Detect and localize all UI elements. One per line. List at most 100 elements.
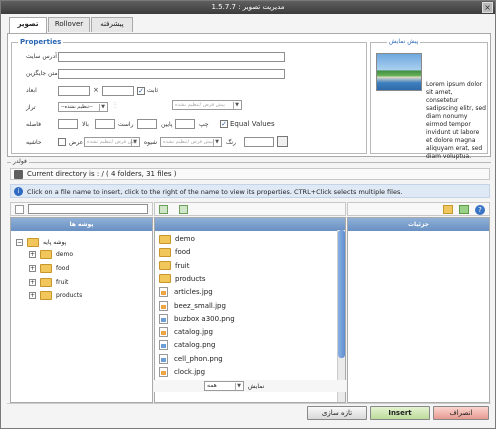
image-manager-window: مدیریت تصویر : 1.5.7.7 × تصویر Rollover … [0,0,496,429]
align-clear-value: پیش فرض /تنظیم نشده [175,102,225,108]
file-name: articles.jpg [174,288,213,297]
properties-legend: Properties [18,38,64,46]
upload-icon[interactable] [459,205,469,214]
file-list-item[interactable]: catalog.png [159,339,215,352]
expand-icon[interactable]: + [29,292,36,299]
current-directory-bar: Current directory is : / ( 4 folders, 31… [10,168,490,180]
footer-divider [7,403,491,404]
new-folder-icon[interactable] [443,205,453,214]
tree-item[interactable]: + demo [29,249,73,260]
file-list-item[interactable]: fruit [159,260,189,273]
tab-advanced[interactable]: پیشرفته [91,17,133,32]
align-clear-select[interactable]: پیش فرض /تنظیم نشده ▼ [172,100,242,110]
folder-icon [159,261,171,271]
proportional-checkbox[interactable]: ✓ [137,87,145,95]
border-style-select[interactable]: پیش فرض /تنظیم نشده ▼ [160,137,222,147]
tab-image[interactable]: تصویر [9,17,47,34]
expand-icon[interactable]: + [29,251,36,258]
preview-image [376,53,422,91]
height-input[interactable] [102,86,134,96]
details-header: جزئیات [348,218,489,231]
chevron-down-icon: ▼ [233,102,240,109]
color-picker-icon[interactable] [277,136,288,147]
folder-icon [159,274,171,284]
margin-right-input[interactable] [95,119,115,129]
tree-item-label: demo [56,251,74,258]
info-icon: i [14,187,23,196]
folder-icon [40,264,52,273]
file-name: beez_small.jpg [174,301,226,310]
margin-bottom-input[interactable] [137,119,157,129]
margin-top-input[interactable] [58,119,78,129]
file-list-item[interactable]: products [159,273,206,286]
file-name: fruit [175,261,190,270]
help-icon[interactable]: ? [475,205,485,215]
expand-icon[interactable]: + [29,279,36,286]
margin-left-input[interactable] [175,119,195,129]
file-list-item[interactable]: beez_small.jpg [159,300,226,313]
border-checkbox[interactable] [58,138,66,146]
jpg-file-icon [159,327,168,338]
align-preview-icon: ⫶⫶ [113,101,117,110]
filter-select[interactable]: همه ▼ [204,381,244,391]
window-title: مدیریت تصویر : 1.5.7.7 [211,3,285,11]
border-style-label: شیوه [144,139,158,146]
equal-values-checkbox[interactable]: ✓ [220,120,228,128]
align-select[interactable]: --تنظیم نشده-- ▼ [58,102,108,112]
file-list-item[interactable]: catalog.jpg [159,326,213,339]
tree-toggle-icon[interactable] [15,205,24,214]
chevron-down-icon: ▼ [235,383,242,390]
file-list-item[interactable]: demo [159,233,195,246]
folder-icon [159,247,171,257]
width-input[interactable] [58,86,90,96]
details-panel: جزئیات [347,217,490,403]
insert-button[interactable]: Insert [370,406,430,420]
tree-root[interactable]: − پوشه پایه [16,237,66,248]
title-bar: مدیریت تصویر : 1.5.7.7 × [1,1,495,14]
details-toolbar: ? [347,202,490,216]
scrollbar-thumb[interactable] [338,230,345,358]
folder-tree-panel: پوشه ها − پوشه پایه + demo + food + fruit + p… [10,217,153,403]
close-button[interactable]: × [482,2,493,13]
filter-value: همه [207,382,217,389]
file-name: catalog.png [174,341,216,350]
file-list-item[interactable]: food [159,246,190,259]
alt-label: متن جایگزین [26,70,58,77]
file-name: catalog.jpg [174,328,213,337]
expand-icon[interactable]: + [29,265,36,272]
file-list-item[interactable]: clock.jpg [159,366,205,379]
files-divider [7,162,491,163]
file-name: buzbox a300.png [174,314,235,323]
border-style-value: پیش فرض /تنظیم نشده [163,139,213,145]
file-list-item[interactable]: buzbox a300.png [159,313,235,326]
tab-rollover[interactable]: Rollover [48,17,90,32]
collapse-icon[interactable]: − [16,239,23,246]
margin-bottom-label: پایین [161,121,173,128]
cancel-button[interactable]: انصراف [433,406,489,420]
file-name: products [175,274,206,283]
file-list-item[interactable]: articles.jpg [159,286,213,299]
dimensions-label: ابعاد [26,87,37,94]
alt-input[interactable] [58,69,285,79]
border-color-input[interactable] [244,137,274,147]
preview-fieldset: پیش نمایش Lorem ipsum dolor sit amet, co… [370,38,488,160]
tree-item[interactable]: + food [29,263,69,274]
jpg-file-icon [159,300,168,311]
refresh-button[interactable]: تازه سازی [307,406,367,420]
png-file-icon [159,340,168,351]
chevron-down-icon: ▼ [213,139,220,146]
tree-item[interactable]: + products [29,290,82,301]
folder-icon [159,234,171,244]
png-file-icon [159,353,168,364]
select-all-icon[interactable] [159,205,168,214]
file-list-item[interactable]: cell_phon.png [159,353,223,366]
url-input[interactable] [58,52,285,62]
file-list-scrollbar[interactable] [337,230,345,402]
files-legend: فولدر [11,158,29,165]
tree-search-input[interactable] [28,204,148,214]
chevron-down-icon: ▼ [99,104,106,111]
sort-icon[interactable] [179,205,188,214]
tree-item[interactable]: + fruit [29,277,68,288]
tree-toolbar [10,202,153,216]
border-width-select[interactable]: پیش فرض /تنظیم نشده ▼ [84,137,140,147]
